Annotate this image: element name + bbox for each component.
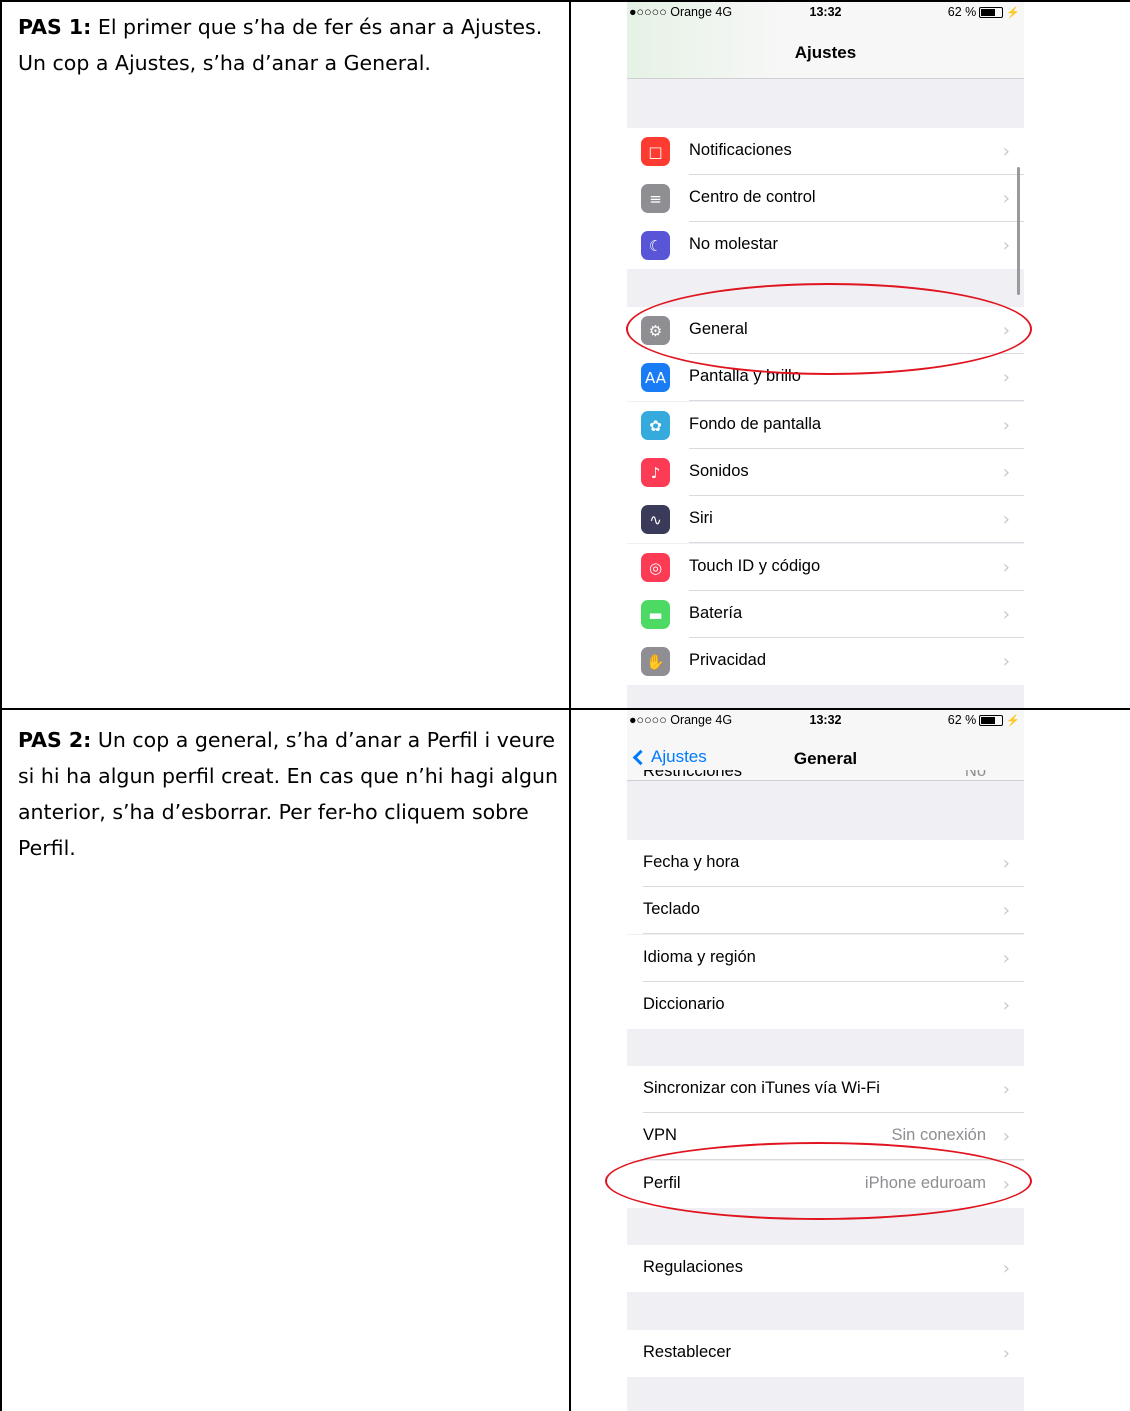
status-bar: ●○○○○ Orange 4G 13:32 62 % ⚡ — [627, 2, 1024, 24]
settings-item-centro-de-control[interactable]: ≡ Centro de control › — [627, 175, 1024, 222]
siri-icon: ∿ — [641, 505, 670, 534]
chevron-right-icon: › — [1002, 1126, 1010, 1147]
header-divider — [627, 780, 1024, 781]
chevron-right-icon: › — [1002, 188, 1010, 209]
chevron-right-icon: › — [1002, 900, 1010, 921]
chevron-right-icon: › — [1002, 1343, 1010, 1364]
row-label: Touch ID y código — [689, 557, 821, 575]
chevron-right-icon: › — [1002, 948, 1010, 969]
chevron-right-icon: › — [1002, 367, 1010, 388]
step2-text: Un cop a general, s’ha d’anar a Perfil i… — [18, 728, 558, 860]
chevron-right-icon: › — [1002, 141, 1010, 162]
charging-bolt-icon: ⚡ — [1006, 6, 1020, 19]
battery-icon — [979, 714, 1004, 726]
row-label: Regulaciones — [643, 1258, 743, 1276]
chevron-right-icon: › — [1002, 604, 1010, 625]
screenshot-general: ●○○○○ Orange 4G 13:32 62 % ⚡ Ajustes Gen… — [627, 710, 1024, 1411]
speaker-icon: ♪ — [641, 458, 670, 487]
scrollbar[interactable] — [1017, 167, 1020, 295]
chevron-right-icon: › — [1002, 557, 1010, 578]
general-item-regulaciones[interactable]: Regulaciones › — [627, 1245, 1024, 1292]
wallpaper-icon: ✿ — [641, 411, 670, 440]
partial-row-restricciones[interactable]: Restricciones No — [627, 770, 1024, 780]
settings-item-fondo-de-pantalla[interactable]: ✿ Fondo de pantalla › — [627, 402, 1024, 449]
general-item-idioma-y-regi-n[interactable]: Idioma y región › — [627, 935, 1024, 982]
step1-instructions: PAS 1: El primer que s’ha de fer és anar… — [18, 9, 563, 81]
chevron-right-icon: › — [1002, 651, 1010, 672]
row-label: No molestar — [689, 235, 778, 253]
status-bar: ●○○○○ Orange 4G 13:32 62 % ⚡ — [627, 710, 1024, 732]
nav-title: Ajustes — [794, 43, 857, 62]
row-label: Privacidad — [689, 651, 767, 669]
row-separator — [689, 542, 1024, 543]
row-label: Sonidos — [689, 462, 749, 480]
general-item-diccionario[interactable]: Diccionario › — [627, 982, 1024, 1029]
chevron-right-icon: › — [1002, 235, 1010, 256]
row-label: Diccionario — [643, 995, 725, 1013]
step1-text: El primer que s’ha de fer és anar a Ajus… — [18, 15, 543, 75]
header-divider — [627, 78, 1024, 79]
moon-icon: ☾ — [641, 231, 670, 260]
highlight-ellipse-perfil — [605, 1142, 1032, 1220]
row-label: Notificaciones — [689, 141, 792, 159]
settings-item-no-molestar[interactable]: ☾ No molestar › — [627, 222, 1024, 269]
row-separator — [689, 400, 1024, 401]
step2-instructions: PAS 2: Un cop a general, s’ha d’anar a P… — [18, 722, 563, 866]
row-label: Fondo de pantalla — [689, 415, 822, 433]
settings-item-notificaciones[interactable]: □ Notificaciones › — [627, 128, 1024, 175]
row-label: Teclado — [643, 900, 700, 918]
display-icon: AA — [641, 363, 670, 392]
table-column-divider — [569, 0, 571, 1411]
row-label: Centro de control — [689, 188, 816, 206]
settings-item-sonidos[interactable]: ♪ Sonidos › — [627, 449, 1024, 496]
instruction-table: PAS 1: El primer que s’ha de fer és anar… — [0, 0, 1130, 1411]
notifications-icon: □ — [641, 137, 670, 166]
settings-item-siri[interactable]: ∿ Siri › — [627, 496, 1024, 543]
chevron-right-icon: › — [1002, 995, 1010, 1016]
row-separator — [643, 933, 1024, 934]
general-item-teclado[interactable]: Teclado › — [627, 887, 1024, 934]
row-value: Sin conexión — [891, 1126, 986, 1144]
chevron-right-icon: › — [1002, 853, 1010, 874]
row-label: Idioma y región — [643, 948, 756, 966]
row-label: Restablecer — [643, 1343, 732, 1361]
chevron-right-icon: › — [1002, 509, 1010, 530]
general-item-sincronizar-con-itunes-v-a-wi-fi[interactable]: Sincronizar con iTunes vía Wi-Fi › — [627, 1066, 1024, 1113]
general-item-fecha-y-hora[interactable]: Fecha y hora › — [627, 840, 1024, 887]
partial-row-label: Restricciones — [643, 770, 743, 780]
table-border-left — [0, 0, 2, 1411]
hand-icon: ✋ — [641, 647, 670, 676]
nav-title: General — [793, 749, 858, 768]
partial-row-value: No — [964, 770, 986, 780]
control-center-icon: ≡ — [641, 184, 670, 213]
settings-item-bater-a[interactable]: ▬ Batería › — [627, 591, 1024, 638]
battery-percent: 62 % — [947, 713, 977, 727]
row-label: Batería — [689, 604, 743, 622]
charging-bolt-icon: ⚡ — [1006, 714, 1020, 727]
chevron-right-icon: › — [1002, 1258, 1010, 1279]
settings-item-touch-id-y-c-digo[interactable]: ◎ Touch ID y código › — [627, 544, 1024, 591]
settings-item-privacidad[interactable]: ✋ Privacidad › — [627, 638, 1024, 685]
row-label: Sincronizar con iTunes vía Wi-Fi — [643, 1079, 880, 1097]
battery-status: 62 % ⚡ — [948, 5, 1020, 19]
battery-status: 62 % ⚡ — [948, 713, 1020, 727]
row-label: VPN — [643, 1126, 677, 1144]
highlight-ellipse-general — [626, 283, 1032, 375]
step2-label: PAS 2: — [18, 728, 92, 752]
chevron-right-icon: › — [1002, 1079, 1010, 1100]
chevron-right-icon: › — [1002, 415, 1010, 436]
general-item-restablecer[interactable]: Restablecer › — [627, 1330, 1024, 1377]
battery-icon — [979, 6, 1004, 18]
fingerprint-icon: ◎ — [641, 553, 670, 582]
battery-percent: 62 % — [947, 5, 977, 19]
step1-label: PAS 1: — [18, 15, 92, 39]
row-label: Siri — [689, 509, 713, 527]
row-label: Fecha y hora — [643, 853, 740, 871]
battery-icon: ▬ — [641, 600, 670, 629]
chevron-right-icon: › — [1002, 462, 1010, 483]
